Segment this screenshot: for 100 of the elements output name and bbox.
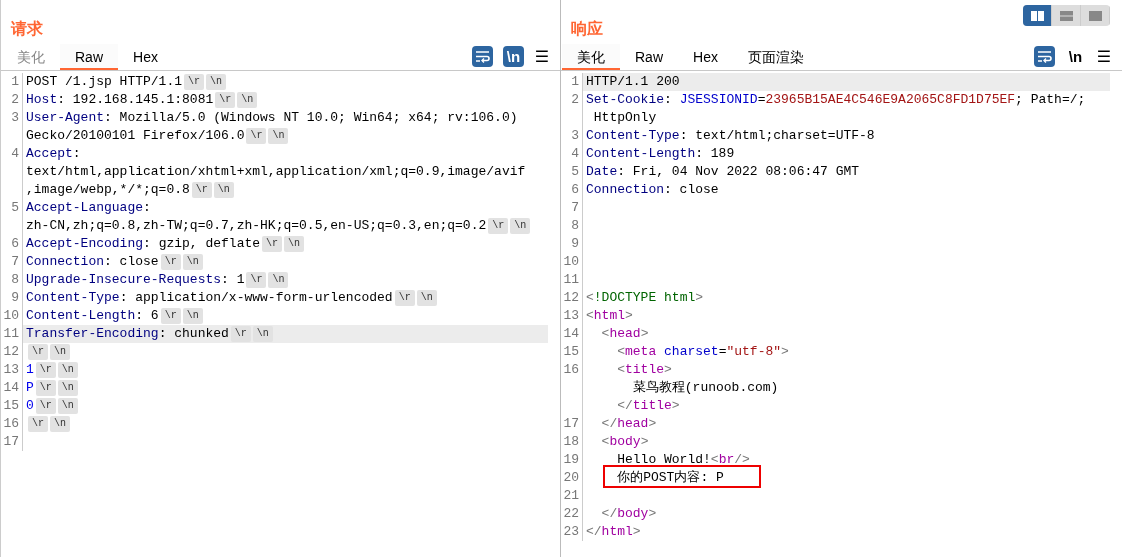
line-ending-marker: \r <box>215 91 236 108</box>
line-ending-marker: \r <box>191 181 212 198</box>
code-text: : 1 <box>221 272 245 287</box>
line-number: 6 <box>561 181 583 199</box>
line-number: 3 <box>561 127 583 145</box>
newline-toggle[interactable]: \n <box>1065 46 1086 67</box>
newline-toggle[interactable]: \n <box>503 46 524 67</box>
html-tag-text: head <box>617 416 649 431</box>
line-ending-marker: \n <box>416 289 437 306</box>
layout-button[interactable] <box>1023 5 1052 26</box>
html-tag-text: > <box>671 398 680 413</box>
line-number: 10 <box>1 307 23 325</box>
html-tag-text: html <box>601 524 633 539</box>
code-text: : Mozilla/5.0 (Windows NT 10.0; Win64; x64; rv:106.0) <box>104 110 518 125</box>
header-name: Accept-Language <box>26 200 144 215</box>
line-ending-marker: \n <box>182 307 203 324</box>
line-ending-marker: \n <box>252 325 273 342</box>
line-ending-marker: \n <box>50 415 71 432</box>
line-number: 5 <box>561 163 583 181</box>
panel-title: 请求 <box>11 19 43 39</box>
line-number: 7 <box>1 253 23 271</box>
html-tag-text: </ <box>586 524 602 539</box>
code-text: : <box>664 92 673 107</box>
line-number: 9 <box>561 235 583 253</box>
header-name: Upgrade-Insecure-Requests <box>26 272 222 287</box>
line-number: 7 <box>561 199 583 217</box>
html-tag-text: < <box>710 452 719 467</box>
word-wrap-button[interactable] <box>1034 46 1055 67</box>
view-tab[interactable]: Raw <box>620 43 678 70</box>
html-tag-text: br <box>718 452 735 467</box>
line-number: 16 <box>1 415 23 433</box>
html-tag-text: </ <box>600 416 618 431</box>
html-tag-text: </ <box>600 506 618 521</box>
line-number: 18 <box>561 433 583 451</box>
header-name: Connection <box>26 254 104 269</box>
header-name: Set-Cookie <box>586 92 664 107</box>
line-ending-marker: \n <box>237 91 258 108</box>
menu-button[interactable]: ☰ <box>1096 47 1112 66</box>
code-text: : <box>72 146 81 161</box>
line-ending-marker: \r <box>246 127 267 144</box>
header-name: Content-Length <box>586 146 696 161</box>
view-tab[interactable]: 页面渲染 <box>732 43 819 70</box>
line-ending-marker: \r <box>160 253 181 270</box>
line-ending-marker: \r <box>262 235 283 252</box>
word-wrap-button[interactable] <box>472 46 493 67</box>
header-name: Content-Length <box>26 308 136 323</box>
line-number: 15 <box>561 343 583 361</box>
line-number: 4 <box>561 145 583 163</box>
line-number: 13 <box>561 307 583 325</box>
html-tag-text: title <box>625 362 665 377</box>
line-number: 16 <box>561 361 583 415</box>
code-text: : chunked <box>158 326 229 341</box>
html-tag-text: < <box>600 326 610 341</box>
code-text: ,image/webp,*/*;q=0.8 <box>26 182 190 197</box>
html-tag-text: > <box>625 308 633 323</box>
line-ending-marker: \r <box>184 73 205 90</box>
header-name: Content-Type <box>26 290 120 305</box>
line-number: 2 <box>1 91 23 109</box>
code-text: JSESSIONID <box>679 92 758 107</box>
code-text: : gzip, deflate <box>143 236 261 251</box>
header-name: Transfer-Encoding <box>26 326 159 341</box>
line-number: 9 <box>1 289 23 307</box>
code-text: text/html,application/xhtml+xml,application/xml;q=0.9,image/avif <box>26 164 526 179</box>
html-tag-text: /> <box>734 452 750 467</box>
header-name: Accept <box>26 146 73 161</box>
html-tag-text: body <box>617 506 649 521</box>
view-tab[interactable]: Hex <box>678 43 733 70</box>
html-tag-text: body <box>609 434 641 449</box>
code-text: HTTP/1.1 200 <box>586 74 680 89</box>
line-number: 14 <box>561 325 583 343</box>
wrap-icon <box>1037 50 1052 63</box>
html-tag-text: < <box>600 434 610 449</box>
view-tab[interactable]: 美化 <box>562 43 620 70</box>
line-number: 23 <box>561 523 583 541</box>
code-text: : <box>143 200 151 215</box>
code-text: 0 <box>26 398 34 413</box>
line-number: 8 <box>1 271 23 289</box>
rows-layout-icon <box>1059 10 1073 21</box>
html-tag-text: > <box>640 434 649 449</box>
code-text: ; Path=/; <box>1015 92 1086 107</box>
line-number: 11 <box>561 271 583 289</box>
html-tag-text: > <box>664 362 672 377</box>
header-name: User-Agent <box>26 110 104 125</box>
line-ending-marker: \n <box>50 343 71 360</box>
line-number: 5 <box>1 199 23 235</box>
line-ending-marker: \r <box>28 415 48 432</box>
panel-title: 响应 <box>571 19 603 39</box>
header-name: Accept-Encoding <box>26 236 144 251</box>
line-ending-marker: \n <box>268 271 289 288</box>
html-tag-text: > <box>648 416 657 431</box>
view-tab[interactable]: Hex <box>118 43 173 70</box>
view-tab[interactable]: Raw <box>60 43 118 70</box>
html-tag-text: > <box>632 524 641 539</box>
code-text: P <box>26 380 34 395</box>
code-text: charset <box>663 344 719 359</box>
header-name: Connection <box>586 182 664 197</box>
code-text: : application/x-www-form-urlencoded <box>119 290 393 305</box>
line-number: 10 <box>561 253 583 271</box>
line-ending-marker: \n <box>57 397 78 414</box>
menu-button[interactable]: ☰ <box>534 47 550 66</box>
